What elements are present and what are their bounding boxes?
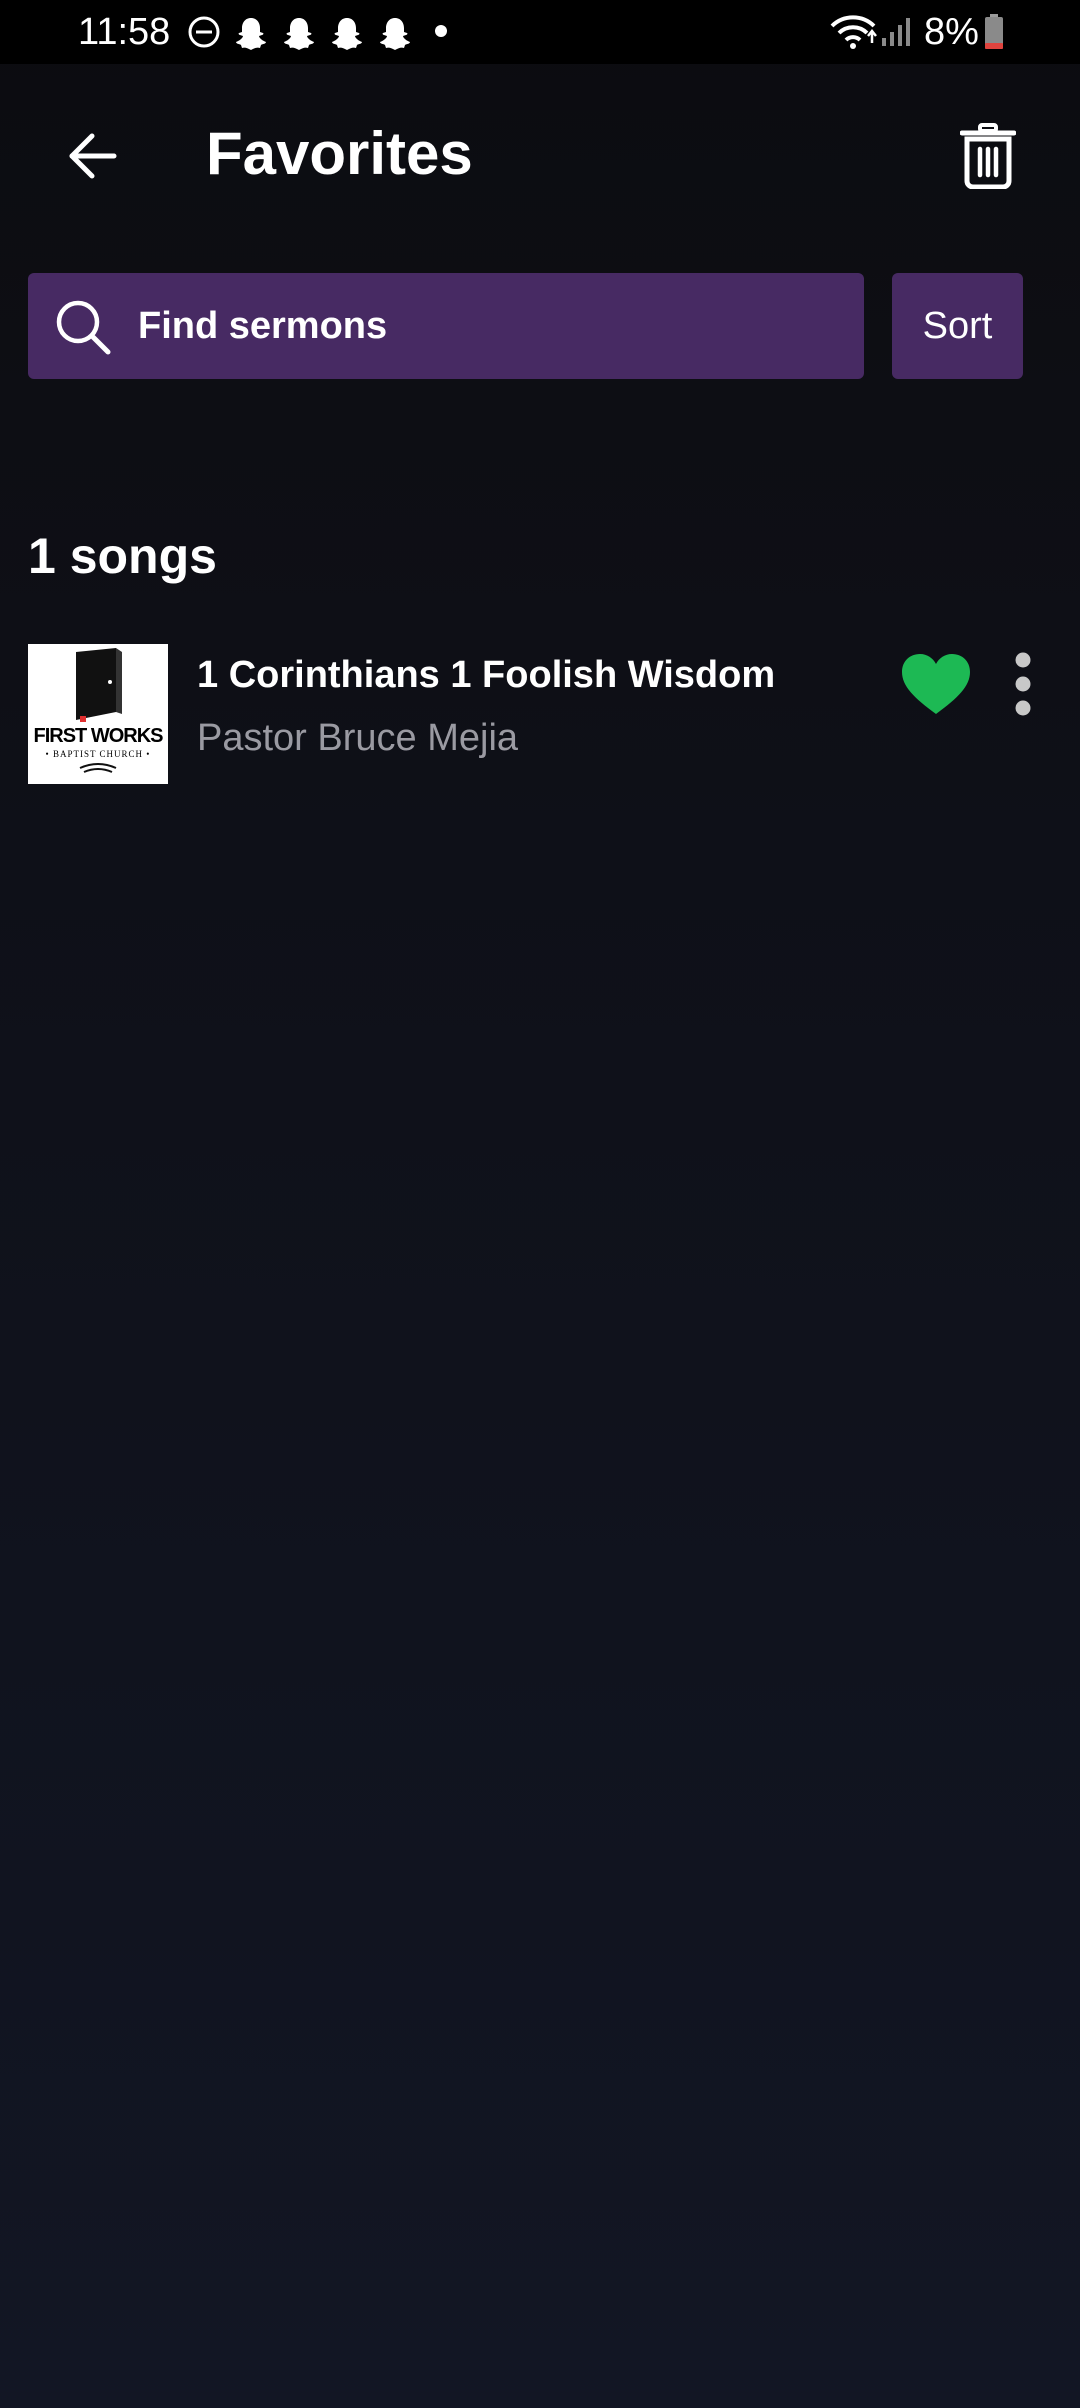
sermon-thumbnail: FIRST WORKS • BAPTIST CHURCH • <box>28 644 168 784</box>
delete-button[interactable] <box>950 118 1026 194</box>
snapchat-icon <box>376 14 414 57</box>
battery-low-icon <box>984 14 1004 55</box>
page-title: Favorites <box>206 120 473 187</box>
list-item[interactable]: FIRST WORKS • BAPTIST CHURCH • 1 Corinth… <box>28 644 1052 784</box>
notification-dot-icon <box>434 24 448 43</box>
search-icon <box>56 300 111 355</box>
status-time: 11:58 <box>78 11 171 53</box>
battery-percent: 8% <box>924 11 979 53</box>
thumbnail-subtext: • BAPTIST CHURCH • <box>45 749 151 759</box>
snapchat-icon <box>280 14 318 57</box>
sermon-speaker: Pastor Bruce Mejia <box>197 717 519 759</box>
thumbnail-name: FIRST WORKS <box>33 725 164 747</box>
church-logo <box>76 648 122 773</box>
wifi-icon <box>828 12 878 57</box>
arrow-left-icon <box>69 133 117 179</box>
do-not-disturb-icon <box>186 14 222 55</box>
sort-button[interactable]: Sort <box>892 273 1023 379</box>
more-options-button[interactable] <box>998 644 1048 724</box>
sermon-title: 1 Corinthians 1 Foolish Wisdom <box>197 654 776 696</box>
results-count: 1 songs <box>28 528 217 584</box>
status-bar: 11:58 8% <box>0 0 1080 64</box>
more-vertical-icon <box>1015 652 1031 716</box>
trash-icon <box>960 123 1016 189</box>
heart-icon <box>902 654 970 714</box>
snapchat-icon <box>232 14 270 57</box>
snapchat-icon <box>328 14 366 57</box>
search-bar[interactable] <box>28 273 864 379</box>
search-input[interactable] <box>138 273 838 379</box>
signal-icon <box>880 14 914 53</box>
back-button[interactable] <box>56 120 128 192</box>
favorite-button[interactable] <box>888 644 984 724</box>
